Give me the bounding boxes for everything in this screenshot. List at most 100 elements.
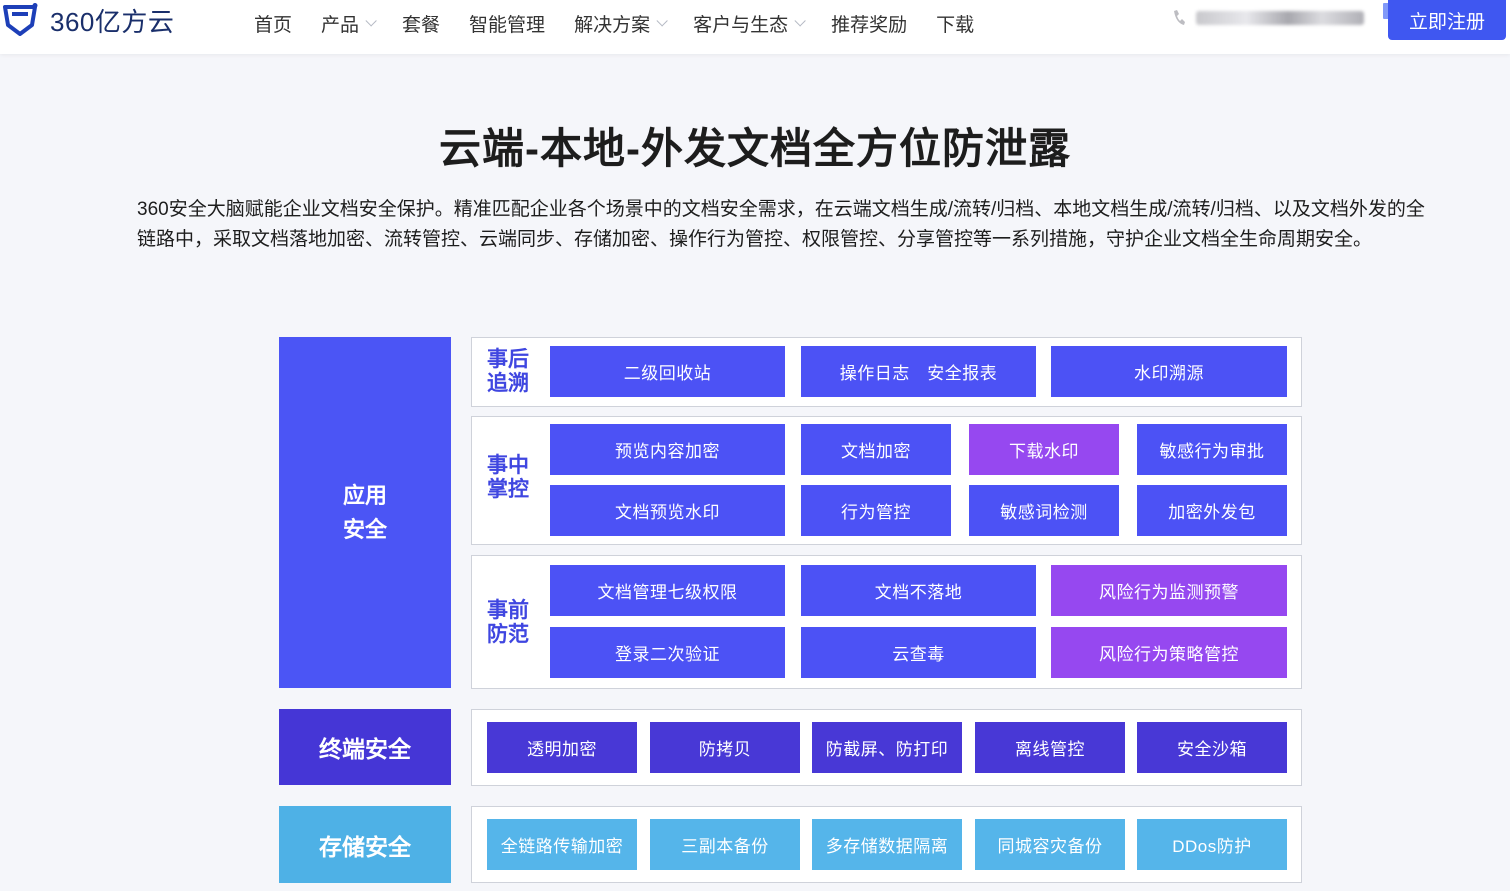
nav-item-label: 产品 xyxy=(321,14,360,36)
feature-label: 敏感行为审批 xyxy=(1159,442,1265,461)
chevron-down-icon xyxy=(656,15,668,27)
feature-ddos-protection[interactable]: DDos防护 xyxy=(1137,819,1287,870)
nav-item-label: 解决方案 xyxy=(574,14,651,36)
feature-offline-control[interactable]: 离线管控 xyxy=(975,722,1125,773)
nav-item-customers[interactable]: 客户与生态 xyxy=(693,10,806,36)
nav-item-products[interactable]: 产品 xyxy=(321,10,377,36)
category-label: 安全 xyxy=(342,516,387,542)
category-label: 应用 xyxy=(342,482,387,508)
feature-label: 加密外发包 xyxy=(1168,503,1256,522)
feature-label: 文档管理七级权限 xyxy=(597,583,738,602)
feature-label: 水印溯源 xyxy=(1134,364,1204,383)
category-terminal-security: 终端安全 xyxy=(279,709,451,785)
top-nav-bar: 360亿方云 首页 产品 套餐 智能管理 解决方案 客户与生态 推荐奖励 下载 … xyxy=(0,0,1510,54)
feature-security-sandbox[interactable]: 安全沙箱 xyxy=(1137,722,1287,773)
nav-item-download[interactable]: 下载 xyxy=(936,10,974,36)
feature-transparent-encryption[interactable]: 透明加密 xyxy=(487,722,637,773)
page-title: 云端-本地-外发文档全方位防泄露 xyxy=(439,125,1071,172)
stage-label-line: 追溯 xyxy=(487,372,529,395)
nav-item-referral[interactable]: 推荐奖励 xyxy=(831,10,907,36)
feature-transport-encryption[interactable]: 全链路传输加密 xyxy=(487,819,637,870)
feature-label: 风险行为策略管控 xyxy=(1099,645,1239,664)
feature-storage-isolation[interactable]: 多存储数据隔离 xyxy=(812,819,962,870)
brand-logo[interactable]: 360亿方云 xyxy=(2,2,174,38)
feature-label: 文档预览水印 xyxy=(615,503,720,522)
nav-item-label: 推荐奖励 xyxy=(831,14,908,36)
nav-item-label: 智能管理 xyxy=(469,14,546,36)
nav-item-smart-management[interactable]: 智能管理 xyxy=(469,10,545,36)
feature-label: 三副本备份 xyxy=(681,837,769,856)
feature-label: 离线管控 xyxy=(1015,740,1085,759)
stage-label-line: 防范 xyxy=(487,623,529,646)
stage-label-line: 事前 xyxy=(487,599,529,622)
feature-label: 二级回收站 xyxy=(623,364,712,383)
feature-seven-level-permission[interactable]: 文档管理七级权限 xyxy=(550,565,785,616)
nav-item-solutions[interactable]: 解决方案 xyxy=(574,10,668,36)
chevron-down-icon xyxy=(365,15,377,27)
nav-item-label: 首页 xyxy=(254,14,293,36)
stage-label-line: 事后 xyxy=(487,348,529,371)
blurred-phone-number xyxy=(1196,11,1364,25)
stage-label-line: 事中 xyxy=(487,454,529,477)
category-app-security: 应用 安全 xyxy=(279,337,451,688)
category-label: 存储安全 xyxy=(319,833,411,860)
register-button[interactable]: 立即注册 xyxy=(1388,0,1506,40)
category-label: 终端安全 xyxy=(319,736,411,762)
feature-screenshot-print-block[interactable]: 防截屏、防打印 xyxy=(812,722,962,773)
feature-preview-watermark[interactable]: 文档预览水印 xyxy=(550,485,785,536)
logo-shield-icon xyxy=(3,3,38,36)
contact-phone[interactable] xyxy=(1172,6,1364,30)
feature-label: 行为管控 xyxy=(841,503,911,522)
feature-label: 文档不落地 xyxy=(874,583,963,602)
feature-label: 防截屏、防打印 xyxy=(825,740,949,759)
feature-behavior-control[interactable]: 行为管控 xyxy=(801,485,951,536)
nav-item-label: 下载 xyxy=(936,14,975,36)
feature-cloud-antivirus[interactable]: 云查毒 xyxy=(801,627,1036,678)
feature-no-local-storage[interactable]: 文档不落地 xyxy=(801,565,1036,616)
feature-two-factor-login[interactable]: 登录二次验证 xyxy=(550,627,785,678)
stage-label-after: 事后 追溯 xyxy=(487,348,535,396)
feature-triple-backup[interactable]: 三副本备份 xyxy=(650,819,800,870)
feature-preview-encryption[interactable]: 预览内容加密 xyxy=(550,424,785,475)
main-nav: 首页 产品 套餐 智能管理 解决方案 客户与生态 推荐奖励 下载 xyxy=(254,10,1003,36)
feature-sensitive-approval[interactable]: 敏感行为审批 xyxy=(1137,424,1287,475)
feature-copy-protection[interactable]: 防拷贝 xyxy=(650,722,800,773)
feature-label: 安全沙箱 xyxy=(1177,740,1247,759)
nav-item-label: 套餐 xyxy=(402,14,441,36)
feature-label: 风险行为监测预警 xyxy=(1099,583,1239,602)
feature-sensitive-word-detect[interactable]: 敏感词检测 xyxy=(969,485,1119,536)
stage-label-during: 事中 掌控 xyxy=(487,454,535,502)
feature-label: 防拷贝 xyxy=(698,740,752,759)
page-description: 360安全大脑赋能企业文档安全保护。精准匹配企业各个场景中的文档安全需求，在云端… xyxy=(137,199,1425,250)
feature-risk-policy-control[interactable]: 风险行为策略管控 xyxy=(1051,627,1287,678)
brand-name: 360亿方云 xyxy=(50,6,175,37)
feature-label: 文档加密 xyxy=(841,442,911,461)
feature-label: 全链路传输加密 xyxy=(500,837,624,856)
phone-icon xyxy=(1174,10,1185,25)
nav-item-plans[interactable]: 套餐 xyxy=(402,10,440,36)
category-storage-security: 存储安全 xyxy=(279,806,451,883)
feature-label: 多存储数据隔离 xyxy=(825,837,949,856)
feature-encrypted-package[interactable]: 加密外发包 xyxy=(1137,485,1287,536)
feature-label: 预览内容加密 xyxy=(615,442,720,461)
feature-label: DDos防护 xyxy=(1172,837,1252,856)
feature-disaster-backup[interactable]: 同城容灾备份 xyxy=(975,819,1125,870)
feature-recycle-bin[interactable]: 二级回收站 xyxy=(550,346,785,397)
feature-label: 同城容灾备份 xyxy=(997,837,1103,856)
stage-label-line: 掌控 xyxy=(487,478,529,501)
chevron-down-icon xyxy=(794,15,806,27)
feature-document-encryption[interactable]: 文档加密 xyxy=(801,424,951,475)
feature-label: 下载水印 xyxy=(1009,442,1079,461)
nav-item-home[interactable]: 首页 xyxy=(254,10,292,36)
feature-label: 敏感词检测 xyxy=(1000,503,1088,522)
feature-label: 操作日志 安全报表 xyxy=(839,364,998,383)
feature-download-watermark[interactable]: 下载水印 xyxy=(969,424,1119,475)
feature-label: 登录二次验证 xyxy=(615,645,720,664)
feature-label: 透明加密 xyxy=(527,740,597,759)
nav-item-label: 客户与生态 xyxy=(693,14,789,36)
feature-watermark-trace[interactable]: 水印溯源 xyxy=(1051,346,1287,397)
feature-operation-log-report[interactable]: 操作日志 安全报表 xyxy=(801,346,1036,397)
feature-risk-monitoring[interactable]: 风险行为监测预警 xyxy=(1051,565,1287,616)
feature-label: 云查毒 xyxy=(892,645,945,664)
stage-label-before: 事前 防范 xyxy=(487,599,535,647)
